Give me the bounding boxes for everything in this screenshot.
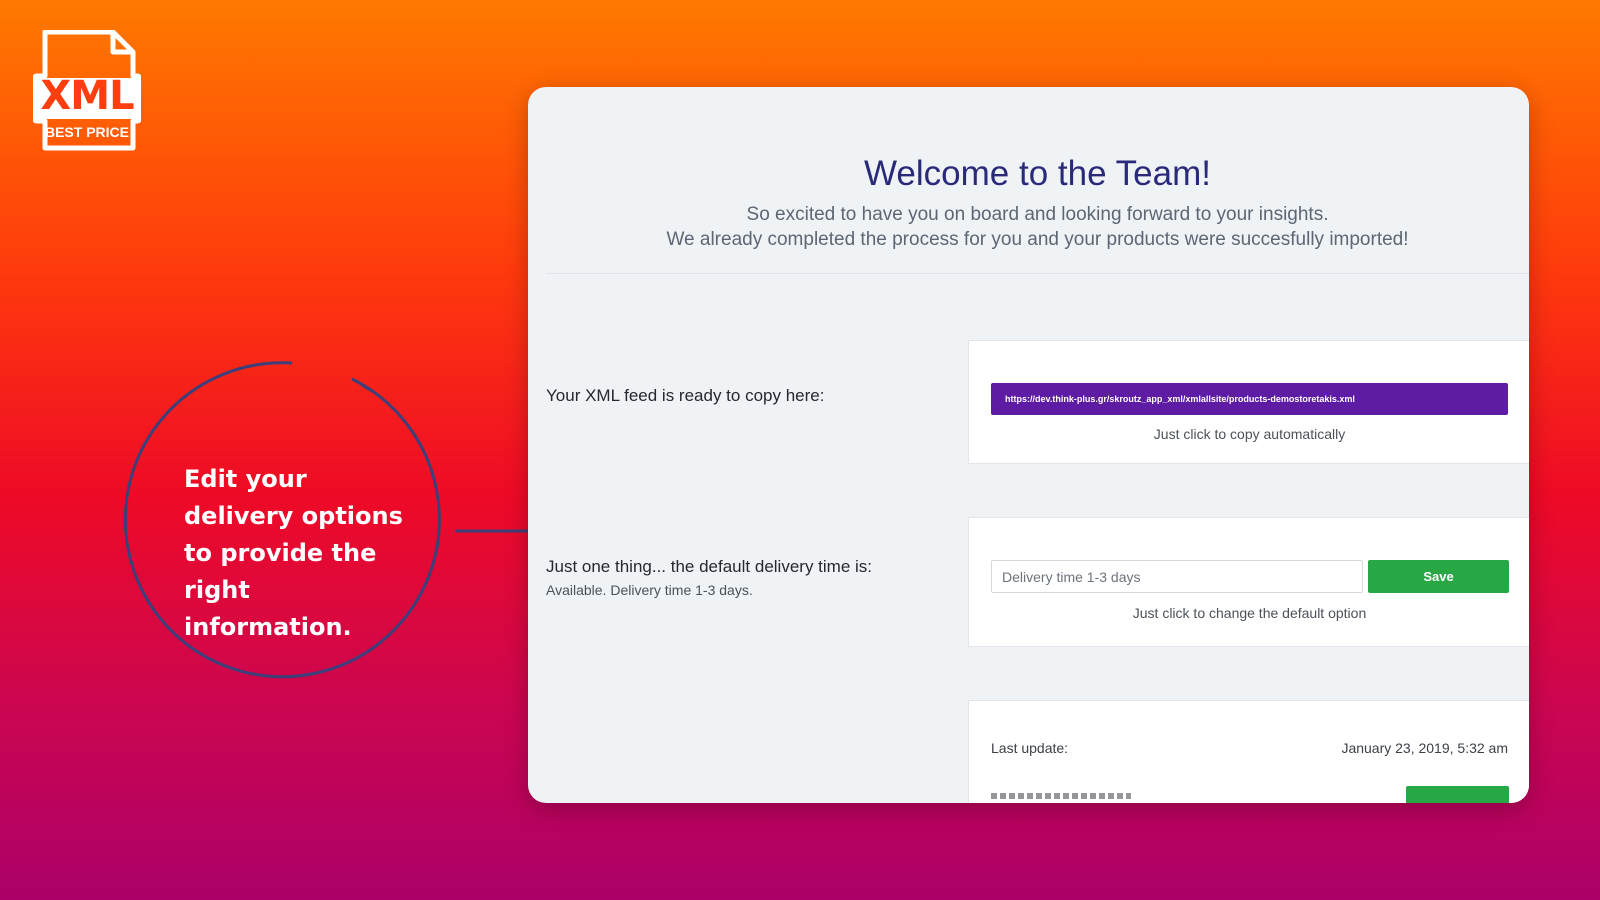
xml-best-price-logo: XML BEST PRICE xyxy=(33,30,141,152)
update-feed-button[interactable] xyxy=(1406,786,1509,803)
feed-label: Your XML feed is ready to copy here: xyxy=(546,386,825,405)
status-row-partial xyxy=(991,793,1131,799)
welcome-subtitle-line1: So excited to have you on board and look… xyxy=(746,204,1329,225)
feed-card: https://dev.think-plus.gr/skroutz_app_xm… xyxy=(968,340,1529,464)
app-window: Welcome to the Team! So excited to have … xyxy=(528,87,1529,803)
last-update-label: Last update: xyxy=(991,740,1069,756)
delivery-hint: Just click to change the default option xyxy=(1132,605,1367,621)
last-update-value: January 23, 2019, 5:32 am xyxy=(1341,740,1508,756)
logo-sub-text: BEST PRICE xyxy=(44,124,129,140)
welcome-subtitle-line2: We already completed the process for you… xyxy=(666,229,1409,250)
delivery-current-value: Available. Delivery time 1-3 days. xyxy=(546,582,753,598)
save-button[interactable]: Save xyxy=(1368,560,1509,593)
callout-ring-gap-arc xyxy=(361,383,373,393)
xml-feed-copy-button[interactable]: https://dev.think-plus.gr/skroutz_app_xm… xyxy=(991,383,1508,415)
delivery-card: Save Just click to change the default op… xyxy=(968,517,1529,647)
logo-xml-text: XML xyxy=(40,73,134,119)
delivery-time-input[interactable] xyxy=(991,560,1363,593)
page-title: Welcome to the Team! xyxy=(864,154,1211,193)
welcome-header: Welcome to the Team! So excited to have … xyxy=(546,87,1529,274)
status-card: Last update: January 23, 2019, 5:32 am xyxy=(968,700,1529,803)
feed-hint: Just click to copy automatically xyxy=(1153,426,1346,442)
callout-text: Edit your delivery options to provide th… xyxy=(184,465,403,641)
status-row-partial-text xyxy=(991,793,1131,799)
delivery-label: Just one thing... the default delivery t… xyxy=(546,557,873,576)
